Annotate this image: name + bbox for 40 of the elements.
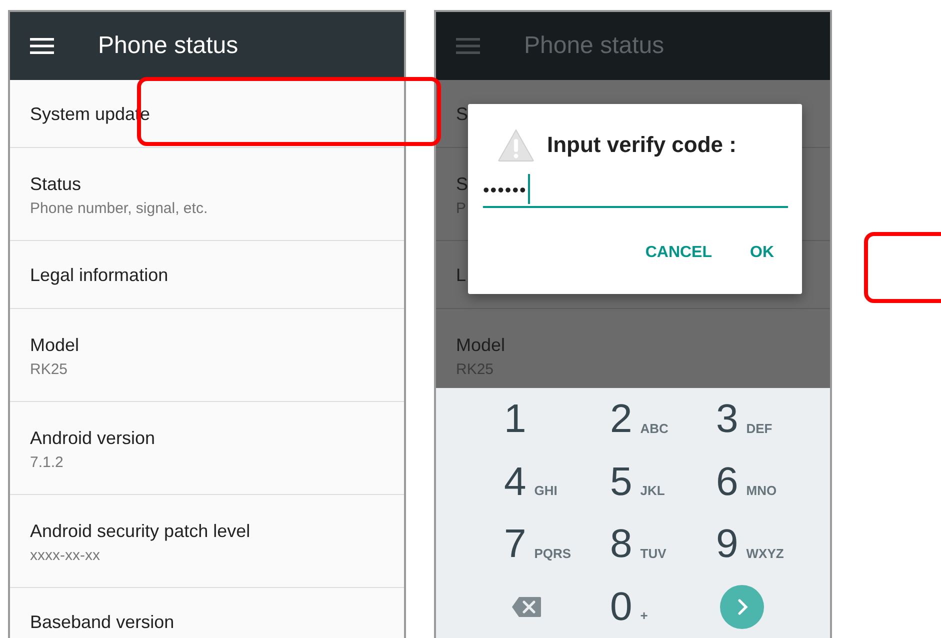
dial-key[interactable]: 4 GHI <box>493 450 599 513</box>
dial-key[interactable]: 1 <box>493 388 599 450</box>
code-input-field[interactable]: •••••• <box>483 172 788 208</box>
item-summary: xxxx-xx-xx <box>30 546 100 566</box>
cancel-button[interactable]: CANCEL <box>631 236 726 270</box>
dial-key[interactable]: 2 ABC <box>599 388 705 450</box>
item-title: Status <box>30 173 82 195</box>
settings-item[interactable]: Model RK25 <box>10 309 404 402</box>
dial-key[interactable]: 6 MNO <box>705 450 811 513</box>
item-title: S <box>456 173 468 195</box>
settings-item[interactable]: Android security patch level xxxx-xx-xx <box>10 495 404 588</box>
settings-item[interactable]: Baseband version <box>10 588 404 638</box>
item-title: Model <box>30 334 80 356</box>
ok-button[interactable]: OK <box>736 236 788 270</box>
dial-key[interactable]: 9 WXYZ <box>705 513 811 576</box>
item-title: Baseband version <box>30 610 174 632</box>
warning-icon <box>497 128 535 162</box>
dial-key[interactable]: 5 JKL <box>599 450 705 513</box>
go-button[interactable] <box>720 584 764 629</box>
settings-item[interactable]: Android version 7.1.2 <box>10 402 404 495</box>
item-summary: RK25 <box>30 360 68 380</box>
dial-key[interactable]: 7 PQRS <box>493 513 599 576</box>
item-title: Android version <box>30 427 156 449</box>
settings-item[interactable]: Legal information <box>10 241 404 309</box>
settings-item[interactable]: Status Phone number, signal, etc. <box>10 148 404 241</box>
item-summary: 7.1.2 <box>30 453 64 473</box>
screen-title: Phone status <box>98 32 238 60</box>
menu-icon[interactable] <box>30 37 54 55</box>
item-title: S <box>456 102 468 124</box>
dial-key[interactable]: 0 + <box>599 576 705 638</box>
dialog-title: Input verify code : <box>547 132 736 158</box>
backspace-icon[interactable] <box>511 596 542 618</box>
item-title: Model <box>456 334 506 356</box>
item-title: Android security patch level <box>30 520 250 542</box>
item-title: Legal information <box>30 264 168 286</box>
item-summary: Phone number, signal, etc. <box>30 199 208 219</box>
item-title: L <box>456 264 466 286</box>
dial-key[interactable]: 8 TUV <box>599 513 705 576</box>
dial-key[interactable]: 3 DEF <box>705 388 811 450</box>
screen-title: Phone status <box>524 32 664 60</box>
